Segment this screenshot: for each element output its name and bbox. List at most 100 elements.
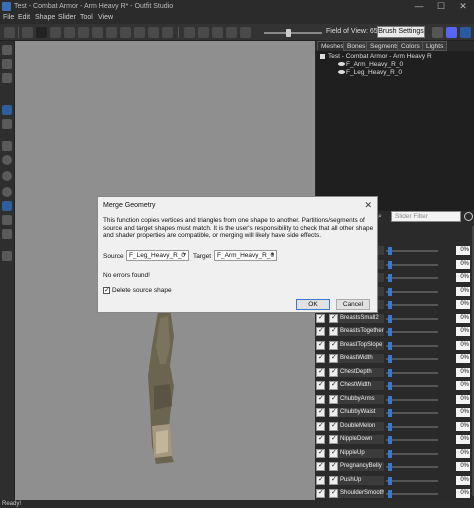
slider-enable-checkbox[interactable] — [329, 475, 338, 485]
smooth-brush-icon[interactable] — [120, 27, 131, 38]
slider-enable-checkbox[interactable] — [329, 313, 338, 323]
slider-value[interactable]: 0% — [456, 367, 470, 377]
slider-enable-checkbox[interactable] — [329, 326, 338, 336]
slider-knob[interactable] — [388, 409, 392, 417]
slider-knob[interactable] — [388, 314, 392, 323]
slider-track[interactable] — [386, 277, 438, 279]
menu-tool[interactable]: Tool — [80, 14, 93, 21]
slider-value[interactable]: 0% — [456, 246, 470, 255]
dialog-close-button[interactable]: ✕ — [364, 200, 372, 211]
slider-enable-checkbox[interactable] — [329, 340, 338, 350]
slider-value[interactable]: 0% — [456, 489, 470, 498]
visibility-eye-icon[interactable] — [338, 62, 345, 67]
slider-knob[interactable] — [286, 29, 291, 37]
slider-value[interactable]: 0% — [456, 340, 470, 350]
slider-knob[interactable] — [388, 341, 392, 350]
slider-edit-checkbox[interactable] — [316, 353, 325, 363]
sphere-icon[interactable] — [2, 187, 12, 197]
select-tool-icon[interactable] — [4, 27, 15, 38]
slider-edit-checkbox[interactable] — [316, 434, 325, 444]
slider-track[interactable] — [386, 290, 438, 293]
tree-item-leg[interactable]: F_Leg_Heavy_R_0 — [338, 69, 402, 76]
slider-value[interactable]: 0% — [456, 354, 470, 363]
slider-edit-checkbox[interactable] — [316, 326, 325, 336]
menu-slider[interactable]: Slider — [58, 14, 76, 21]
slider-edit-checkbox[interactable] — [316, 380, 325, 390]
color-brush-icon[interactable] — [148, 27, 159, 38]
vertex-select-icon[interactable] — [50, 27, 61, 38]
slider-enable-checkbox[interactable] — [329, 394, 338, 404]
slider-knob[interactable] — [388, 476, 392, 485]
slider-track[interactable] — [386, 331, 438, 333]
slider-knob[interactable] — [388, 368, 392, 377]
slider-knob[interactable] — [388, 395, 392, 404]
slider-value[interactable]: 0% — [456, 259, 470, 269]
slider-value[interactable]: 0% — [456, 313, 470, 323]
slider-knob[interactable] — [388, 355, 392, 363]
slider-label[interactable]: BreastsSmall2 — [338, 313, 384, 323]
arm-mesh-model[interactable] — [140, 306, 190, 466]
menu-edit[interactable]: Edit — [18, 14, 30, 21]
slider-label[interactable]: NippleDown — [338, 435, 384, 444]
alpha-brush-icon[interactable] — [162, 27, 173, 38]
slider-value[interactable]: 0% — [456, 286, 470, 296]
weight-brush-icon[interactable] — [134, 27, 145, 38]
mask-icon[interactable] — [2, 59, 12, 69]
eraser-icon[interactable] — [2, 215, 12, 225]
mask-brush-icon[interactable] — [64, 27, 75, 38]
eye-icon[interactable] — [2, 119, 12, 129]
lighting-icon[interactable] — [212, 27, 223, 38]
slider-label[interactable]: PushUp — [338, 475, 384, 485]
slider-enable-checkbox[interactable] — [329, 407, 338, 417]
slider-knob[interactable] — [388, 449, 392, 458]
slider-edit-checkbox[interactable] — [316, 340, 325, 350]
slider-enable-checkbox[interactable] — [329, 461, 338, 471]
cancel-button[interactable]: Cancel — [336, 299, 370, 310]
close-window-button[interactable]: ✕ — [452, 0, 474, 13]
slider-value[interactable]: 0% — [456, 394, 470, 404]
delete-source-checkbox[interactable] — [103, 286, 110, 294]
maximize-button[interactable]: ☐ — [430, 0, 452, 13]
view-front-icon[interactable] — [240, 27, 251, 38]
ok-button[interactable]: OK — [296, 299, 330, 310]
slider-knob[interactable] — [388, 274, 392, 282]
settings-icon[interactable] — [432, 27, 443, 38]
menu-file[interactable]: File — [3, 14, 14, 21]
slider-edit-checkbox[interactable] — [316, 488, 325, 498]
minimize-button[interactable]: — — [408, 0, 430, 13]
slider-label[interactable]: ChestWidth — [338, 381, 384, 390]
slider-track[interactable] — [386, 452, 438, 455]
slider-track[interactable] — [386, 250, 438, 252]
slider-enable-checkbox[interactable] — [329, 488, 338, 498]
move-brush-icon[interactable] — [106, 27, 117, 38]
clear-filter-icon[interactable] — [464, 212, 473, 221]
slider-track[interactable] — [386, 425, 438, 428]
slider-label[interactable]: BreastTopSlope — [338, 340, 384, 350]
slider-value[interactable]: 0% — [456, 448, 470, 458]
slider-track[interactable] — [386, 412, 438, 414]
slider-enable-checkbox[interactable] — [329, 353, 338, 363]
slider-value[interactable]: 0% — [456, 273, 470, 282]
slider-value[interactable]: 0% — [456, 421, 470, 431]
slider-value[interactable]: 0% — [456, 408, 470, 417]
inflate-icon[interactable] — [2, 105, 12, 115]
visibility-eye-icon[interactable] — [338, 70, 345, 75]
slider-value[interactable]: 0% — [456, 462, 470, 471]
wireframe-icon[interactable] — [198, 27, 209, 38]
slider-enable-checkbox[interactable] — [329, 380, 338, 390]
slider-enable-checkbox[interactable] — [329, 434, 338, 444]
sphere-icon[interactable] — [2, 171, 12, 181]
slider-label[interactable]: NippleUp — [338, 448, 384, 458]
menu-shape[interactable]: Shape — [35, 14, 55, 21]
slider-track[interactable] — [386, 358, 438, 360]
slider-edit-checkbox[interactable] — [316, 394, 325, 404]
slider-value[interactable]: 0% — [456, 381, 470, 390]
menu-view[interactable]: View — [98, 14, 113, 21]
slider-track[interactable] — [386, 344, 438, 347]
slider-label[interactable]: PregnancyBelly — [338, 462, 384, 471]
slider-edit-checkbox[interactable] — [316, 367, 325, 377]
slider-label[interactable]: ChubbyArms — [338, 394, 384, 404]
weight-icon[interactable] — [2, 141, 12, 151]
slider-value[interactable]: 0% — [456, 475, 470, 485]
tab-lights[interactable]: Lights — [422, 41, 448, 51]
